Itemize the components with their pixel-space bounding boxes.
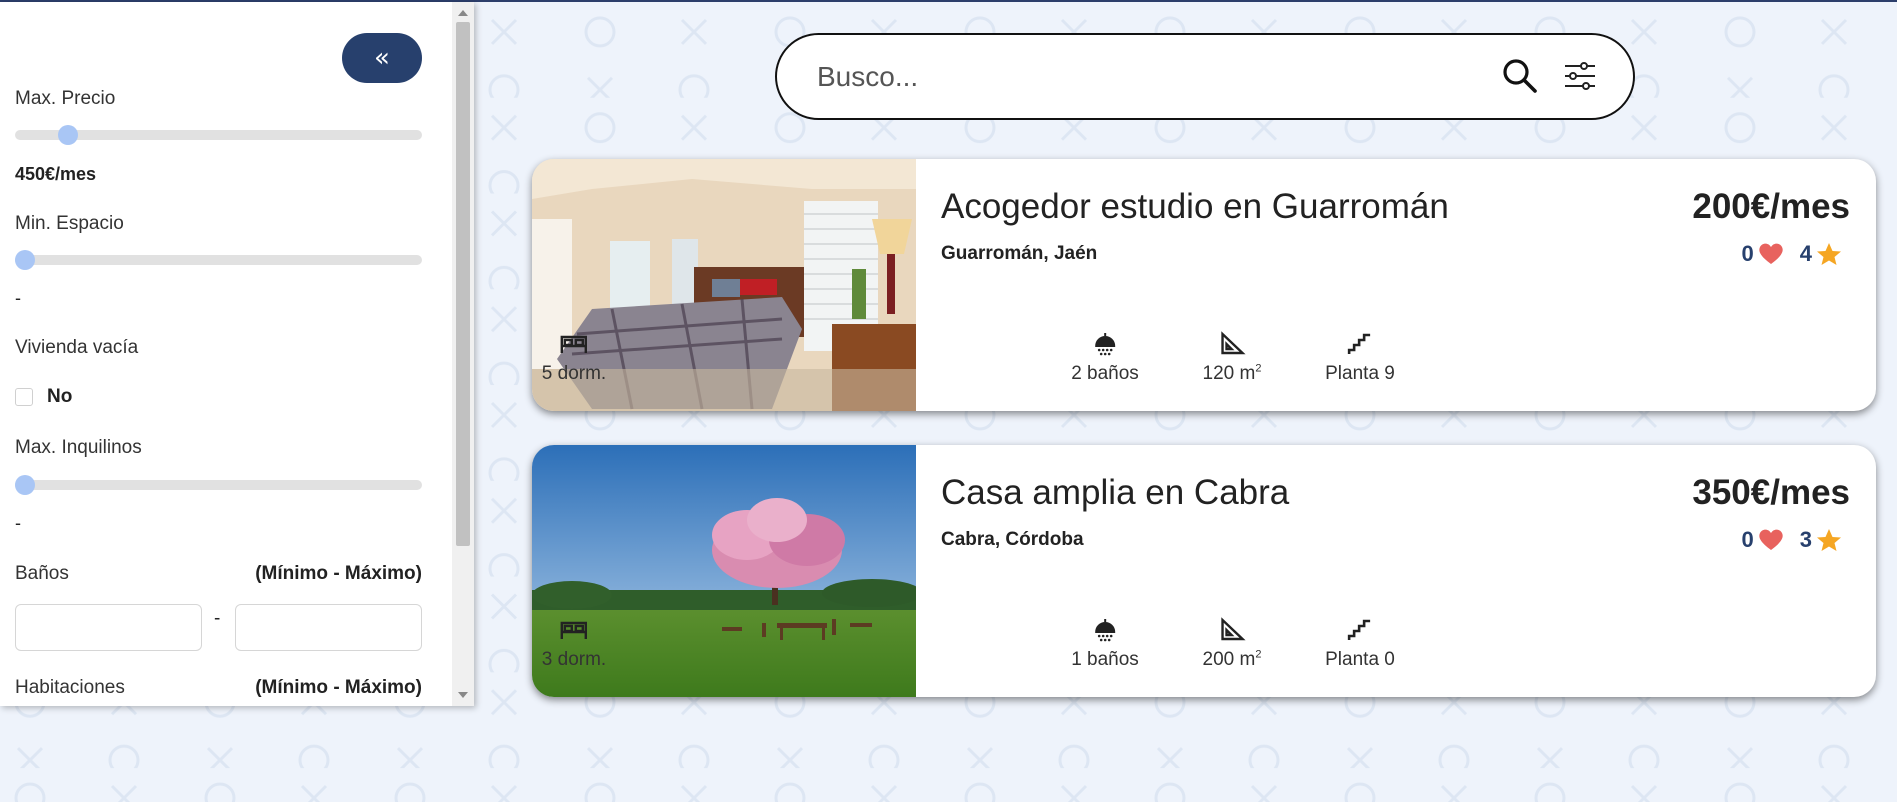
set-square-icon	[1221, 617, 1247, 641]
rooms-label: Habitaciones	[15, 677, 125, 698]
bed-icon	[560, 621, 588, 639]
listing-price: 200€/mes	[1692, 187, 1850, 226]
bathrooms-label: Baños	[15, 563, 69, 584]
max-price-slider[interactable]	[15, 125, 422, 145]
stairs-icon	[1347, 619, 1370, 640]
collapse-sidebar-button[interactable]: «	[342, 33, 422, 83]
max-tenants-slider[interactable]	[15, 475, 422, 495]
listing-card[interactable]: Casa amplia en Cabra Cabra, Córdoba 350€…	[532, 445, 1876, 697]
area-text: 200 m	[1202, 649, 1256, 671]
rooms-range-hint: (Mínimo - Máximo)	[255, 677, 422, 698]
area-text: 120 m	[1202, 363, 1256, 385]
max-price-value: 450€/mes	[15, 164, 97, 184]
max-tenants-label: Max. Inquilinos	[15, 437, 142, 458]
star-icon	[1817, 529, 1841, 551]
bedrooms-text: 5 dorm.	[541, 363, 607, 384]
floor-text: Planta 0	[1325, 649, 1395, 670]
set-square-icon	[1221, 331, 1247, 355]
min-space-value: -	[15, 288, 21, 308]
listing-stats: 0 4	[1742, 241, 1843, 267]
listing-title[interactable]: Acogedor estudio en Guarromán	[941, 187, 1449, 227]
empty-home-checkbox[interactable]	[15, 388, 33, 406]
max-price-slider-thumb[interactable]	[57, 125, 78, 145]
bathrooms-text: 1 baños	[1071, 649, 1139, 670]
shower-icon	[1094, 333, 1116, 356]
listing-title[interactable]: Casa amplia en Cabra	[941, 473, 1289, 513]
listing-location: Cabra, Córdoba	[941, 529, 1084, 550]
listing-location: Guarromán, Jaén	[941, 243, 1098, 264]
feature-floor: Planta 9	[1325, 331, 1395, 385]
heart-icon[interactable]	[1758, 528, 1784, 552]
listing-price: 350€/mes	[1692, 473, 1850, 512]
listing-stats: 0 3	[1742, 527, 1843, 553]
stairs-icon	[1347, 333, 1370, 354]
min-space-label: Min. Espacio	[15, 213, 124, 234]
double-chevron-left-icon: «	[374, 43, 390, 73]
min-space-slider-thumb[interactable]	[15, 250, 35, 270]
max-price-label: Max. Precio	[15, 88, 116, 109]
likes-count: 0	[1741, 241, 1754, 266]
star-icon	[1817, 243, 1841, 265]
shower-icon	[1094, 619, 1116, 642]
max-tenants-slider-thumb[interactable]	[15, 475, 35, 495]
scroll-down-arrow-icon[interactable]	[458, 692, 468, 698]
search-bar	[775, 33, 1635, 120]
feature-floor: Planta 0	[1325, 617, 1395, 671]
min-space-slider[interactable]	[15, 250, 422, 270]
bathrooms-range-separator: -	[214, 608, 221, 629]
bathrooms-max-input[interactable]	[235, 604, 422, 651]
max-tenants-value: -	[15, 513, 21, 533]
bathrooms-min-input[interactable]	[15, 604, 202, 651]
floor-text: Planta 9	[1325, 363, 1395, 384]
search-icon[interactable]	[1500, 56, 1540, 96]
bathrooms-range-hint: (Mínimo - Máximo)	[255, 563, 422, 584]
feature-area: 200 m2	[1202, 617, 1262, 671]
feature-bathrooms: 1 baños	[1071, 617, 1139, 671]
empty-home-option-label[interactable]: No	[47, 386, 72, 408]
feature-bedrooms: 3 dorm.	[542, 617, 606, 671]
bathrooms-text: 2 baños	[1071, 363, 1139, 384]
area-unit-superscript: 2	[1255, 363, 1262, 375]
area-unit-superscript: 2	[1255, 649, 1262, 661]
heart-icon[interactable]	[1758, 242, 1784, 266]
scroll-up-arrow-icon[interactable]	[458, 10, 468, 16]
sidebar-scrollbar[interactable]	[452, 2, 474, 706]
scrollbar-thumb[interactable]	[456, 22, 470, 546]
rating-value: 3	[1799, 527, 1812, 552]
feature-bathrooms: 2 baños	[1071, 331, 1139, 385]
search-input[interactable]	[817, 55, 1457, 99]
bed-icon	[560, 335, 588, 353]
feature-bedrooms: 5 dorm.	[542, 331, 606, 385]
listing-card[interactable]: Acogedor estudio en Guarromán Guarromán,…	[532, 159, 1876, 411]
filter-sidebar: « Max. Precio 450€/mes Min. Espacio - Vi…	[0, 2, 474, 706]
empty-home-label: Vivienda vacía	[15, 337, 139, 358]
feature-area: 120 m2	[1202, 331, 1262, 385]
bedrooms-text: 3 dorm.	[541, 649, 607, 670]
likes-count: 0	[1741, 527, 1754, 552]
filter-sliders-icon[interactable]	[1562, 58, 1598, 94]
rating-value: 4	[1799, 241, 1812, 266]
